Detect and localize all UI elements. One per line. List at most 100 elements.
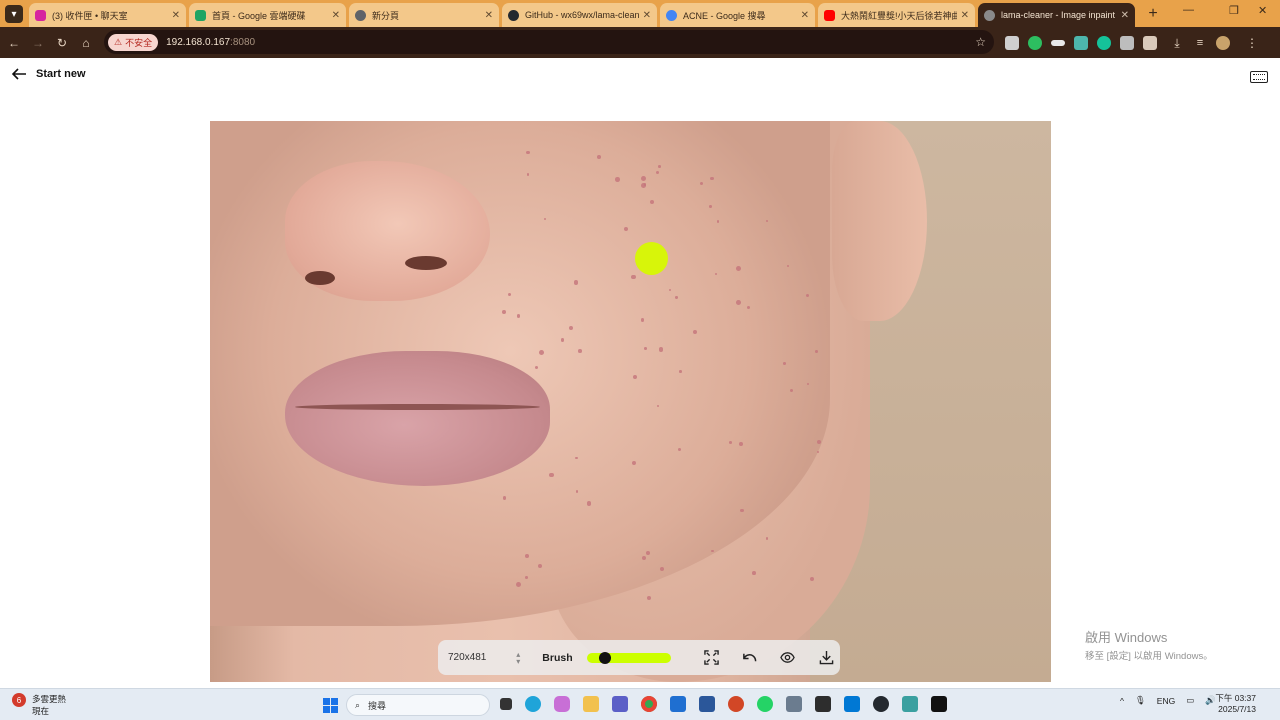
acne-spot [526, 173, 530, 176]
google-icon [666, 9, 677, 21]
acne-spot [765, 537, 769, 540]
undo-icon [743, 653, 757, 662]
weather-text: 多雲更熱 [32, 694, 67, 704]
address-bar[interactable]: ⚠ 不安全 192.168.0.167:8080 ☆ [104, 30, 994, 54]
store-icon[interactable] [670, 696, 686, 712]
weather-widget[interactable]: 6 多雲更熱 現在 [12, 693, 66, 717]
word-icon[interactable] [699, 696, 715, 712]
acne-spot [658, 347, 664, 352]
download-button[interactable] [813, 644, 840, 672]
tab-close-icon[interactable]: ✕ [172, 10, 180, 21]
windows-taskbar: 6 多雲更熱 現在 ⌕ 搜尋 ^ 🎙 ENG ▭ 🔊 下午 03:37 2025… [0, 688, 1280, 720]
reload-icon[interactable]: ↻ [50, 36, 74, 50]
close-window-icon[interactable]: ✕ [1258, 4, 1267, 17]
file-explorer-icon[interactable] [583, 696, 599, 712]
extension-icon[interactable] [1005, 35, 1019, 50]
more-menu-icon[interactable]: ⋮ [1245, 36, 1259, 50]
acne-spot [578, 349, 582, 353]
keyboard-shortcuts-icon[interactable] [1250, 71, 1268, 83]
taskbar-clock[interactable]: 下午 03:37 2025/7/13 [1215, 693, 1256, 715]
media-control-icon[interactable]: ≡ [1193, 36, 1207, 50]
tab-close-icon[interactable]: ✕ [801, 10, 809, 21]
tab-2[interactable]: 首頁 - Google 雲端硬碟 ✕ [189, 3, 346, 27]
ime-indicator[interactable]: ENG [1157, 696, 1175, 706]
taskbar-search[interactable]: ⌕ 搜尋 [346, 694, 490, 716]
avatar[interactable] [1216, 35, 1230, 50]
tab-search-icon[interactable]: ▾ [5, 5, 23, 23]
github-desktop-icon[interactable] [873, 696, 889, 712]
powerpoint-icon[interactable] [728, 696, 744, 712]
capcut-icon[interactable] [931, 696, 947, 712]
tab-5[interactable]: ACNE - Google 搜尋 ✕ [660, 3, 815, 27]
volume-icon[interactable]: 🔊 [1205, 695, 1216, 706]
clock-date: 2025/7/13 [1218, 704, 1256, 714]
windows-activation-watermark: 啟用 Windows 移至 [設定] 以啟用 Windows。 [1085, 627, 1213, 662]
insecure-badge[interactable]: ⚠ 不安全 [108, 33, 159, 51]
tab-active[interactable]: lama-cleaner - Image inpaint ✕ [978, 3, 1135, 27]
microphone-icon[interactable]: 🎙 [1135, 695, 1146, 706]
chrome-icon[interactable] [641, 696, 657, 712]
tab-close-icon[interactable]: ✕ [332, 10, 340, 21]
chevron-up-icon[interactable]: ^ [1120, 696, 1124, 706]
tab-close-icon[interactable]: ✕ [485, 10, 493, 21]
extensions-area: ⤓ ≡ ⋮ [1005, 27, 1259, 58]
maximize-icon[interactable]: ❐ [1229, 4, 1239, 17]
back-icon[interactable]: ← [2, 36, 26, 50]
vscode-icon[interactable] [844, 696, 860, 712]
eye-icon [780, 652, 796, 663]
network-icon[interactable]: ▭ [1186, 695, 1194, 706]
tab-title: 大熱鬧紅豐獎!小天后徐若神曲 [841, 10, 957, 21]
teams-icon[interactable] [612, 696, 628, 712]
editor-toolbar: 720x481 ▴ ▾ Brush [438, 640, 840, 675]
extension-icon[interactable] [1074, 35, 1088, 50]
acne-spot [597, 154, 602, 159]
home-icon[interactable]: ⌂ [74, 36, 98, 50]
acne-spot [586, 501, 592, 506]
acne-spot [549, 473, 554, 478]
download-icon[interactable]: ⤓ [1170, 36, 1184, 50]
youtube-icon [824, 9, 835, 21]
terminal-icon[interactable] [815, 696, 831, 712]
windows-start-icon[interactable] [323, 698, 338, 713]
tab-3[interactable]: 新分頁 ✕ [349, 3, 499, 27]
whatsapp-icon[interactable] [757, 696, 773, 712]
extension-icon[interactable] [1051, 39, 1065, 46]
task-view-icon[interactable] [500, 698, 512, 710]
extension-icon[interactable] [1120, 35, 1134, 50]
browser-toolbar: ← → ↻ ⌂ ⚠ 不安全 192.168.0.167:8080 ☆ ⤓ ≡ ⋮ [0, 27, 1280, 58]
tab-close-icon[interactable]: ✕ [643, 10, 651, 21]
tab-close-icon[interactable]: ✕ [1121, 10, 1129, 21]
editor-canvas[interactable] [210, 121, 1051, 682]
bookmark-star-icon[interactable]: ☆ [975, 35, 986, 49]
grammarly-icon[interactable] [1097, 35, 1111, 50]
system-tray: ^ 🎙 ENG ▭ 🔊 [1120, 695, 1216, 706]
acne-spot [575, 456, 578, 460]
brush-size-slider[interactable] [586, 651, 671, 664]
tab-title: lama-cleaner - Image inpaint [1001, 10, 1116, 20]
tab-close-icon[interactable]: ✕ [961, 10, 969, 21]
size-spinner-icon[interactable]: ▴ ▾ [516, 650, 520, 665]
camera-icon[interactable] [786, 696, 802, 712]
start-new-button[interactable]: Start new [12, 68, 86, 80]
image-nostril [305, 271, 335, 285]
image-ear-region [832, 121, 927, 321]
copilot-icon[interactable] [554, 696, 570, 712]
show-original-button[interactable] [774, 644, 801, 672]
notepad-icon[interactable] [902, 696, 918, 712]
edge-icon[interactable] [525, 696, 541, 712]
puzzle-icon[interactable] [1143, 35, 1157, 50]
acne-spot [668, 288, 671, 292]
reset-zoom-button[interactable] [698, 644, 725, 672]
acne-spot [699, 181, 703, 185]
undo-button[interactable] [736, 644, 763, 672]
evernote-icon[interactable] [1028, 35, 1042, 50]
download-icon [819, 650, 834, 665]
image-size-field[interactable]: 720x481 ▴ ▾ [448, 650, 520, 665]
slider-thumb[interactable] [598, 651, 611, 664]
new-tab-button[interactable]: + [1142, 3, 1164, 25]
tab-1[interactable]: (3) 收件匣 • 聊天室 ✕ [29, 3, 186, 27]
minimize-icon[interactable]: — [1183, 4, 1194, 16]
forward-icon[interactable]: → [26, 36, 50, 50]
tab-6[interactable]: 大熱鬧紅豐獎!小天后徐若神曲 ✕ [818, 3, 975, 27]
tab-4[interactable]: GitHub - wx69wx/lama-clean ✕ [502, 3, 657, 27]
